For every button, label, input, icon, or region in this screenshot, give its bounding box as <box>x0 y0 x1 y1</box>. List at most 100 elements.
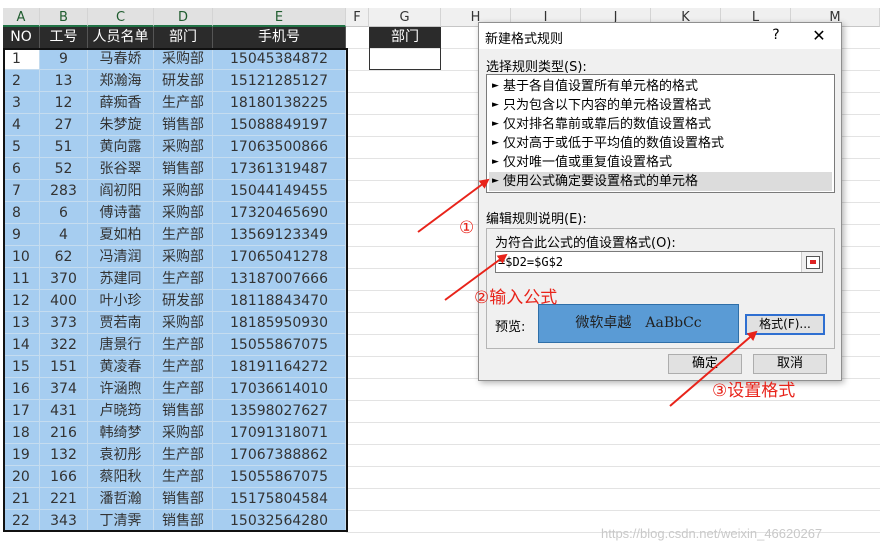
row-id-cell[interactable]: 166 <box>40 466 88 488</box>
row-no-cell[interactable]: 2 <box>3 70 40 92</box>
rule-type-item[interactable]: ► 仅对高于或低于平均值的数值设置格式 <box>489 134 832 153</box>
row-id-cell[interactable]: 400 <box>40 290 88 312</box>
row-no-cell[interactable]: 17 <box>3 400 40 422</box>
row-name-cell[interactable]: 贾若南 <box>88 312 154 334</box>
row-no-cell[interactable]: 20 <box>3 466 40 488</box>
row-no-cell[interactable]: 16 <box>3 378 40 400</box>
row-no-cell[interactable]: 18 <box>3 422 40 444</box>
row-phone-cell[interactable]: 17361319487 <box>213 158 346 180</box>
row-name-cell[interactable]: 黄凌春 <box>88 356 154 378</box>
row-dept-cell[interactable]: 采购部 <box>154 180 213 202</box>
row-name-cell[interactable]: 阎初阳 <box>88 180 154 202</box>
format-button[interactable]: 格式(F)... <box>745 314 825 335</box>
row-no-cell[interactable]: 10 <box>3 246 40 268</box>
column-header-g[interactable]: G <box>369 8 441 27</box>
row-no-cell[interactable]: 4 <box>3 114 40 136</box>
row-name-cell[interactable]: 马春娇 <box>88 48 154 70</box>
criteria-cell[interactable] <box>369 48 441 70</box>
row-dept-cell[interactable]: 采购部 <box>154 312 213 334</box>
close-icon[interactable]: ✕ <box>809 26 829 46</box>
row-name-cell[interactable]: 许涵煦 <box>88 378 154 400</box>
row-no-cell[interactable]: 12 <box>3 290 40 312</box>
row-phone-cell[interactable]: 17036614010 <box>213 378 346 400</box>
row-name-cell[interactable]: 傅诗蕾 <box>88 202 154 224</box>
row-phone-cell[interactable]: 18180138225 <box>213 92 346 114</box>
cancel-button[interactable]: 取消 <box>753 354 827 374</box>
row-no-cell[interactable]: 21 <box>3 488 40 510</box>
row-phone-cell[interactable]: 17065041278 <box>213 246 346 268</box>
column-header-b[interactable]: B <box>40 8 88 27</box>
row-dept-cell[interactable]: 采购部 <box>154 202 213 224</box>
row-dept-cell[interactable]: 采购部 <box>154 422 213 444</box>
rule-type-item[interactable]: ► 基于各自值设置所有单元格的格式 <box>489 77 832 96</box>
ok-button[interactable]: 确定 <box>668 354 742 374</box>
row-id-cell[interactable]: 52 <box>40 158 88 180</box>
table-header-dept[interactable]: 部门 <box>154 27 213 48</box>
column-header-e[interactable]: E <box>213 8 346 27</box>
range-select-icon[interactable] <box>801 252 822 272</box>
row-dept-cell[interactable]: 研发部 <box>154 290 213 312</box>
row-dept-cell[interactable]: 生产部 <box>154 92 213 114</box>
row-phone-cell[interactable]: 15045384872 <box>213 48 346 70</box>
row-dept-cell[interactable]: 生产部 <box>154 466 213 488</box>
column-header-c[interactable]: C <box>88 8 154 27</box>
row-dept-cell[interactable]: 生产部 <box>154 378 213 400</box>
row-phone-cell[interactable]: 15175804584 <box>213 488 346 510</box>
rule-type-item[interactable]: ► 只为包含以下内容的单元格设置格式 <box>489 96 832 115</box>
criteria-header[interactable]: 部门 <box>369 27 441 48</box>
column-header-f[interactable]: F <box>346 8 369 27</box>
row-phone-cell[interactable]: 15044149455 <box>213 180 346 202</box>
row-dept-cell[interactable]: 采购部 <box>154 246 213 268</box>
row-id-cell[interactable]: 216 <box>40 422 88 444</box>
rule-type-item[interactable]: ► 仅对唯一值或重复值设置格式 <box>489 153 832 172</box>
row-phone-cell[interactable]: 15088849197 <box>213 114 346 136</box>
row-phone-cell[interactable]: 17067388862 <box>213 444 346 466</box>
row-dept-cell[interactable]: 销售部 <box>154 510 213 532</box>
row-dept-cell[interactable]: 生产部 <box>154 268 213 290</box>
row-id-cell[interactable]: 6 <box>40 202 88 224</box>
row-phone-cell[interactable]: 15055867075 <box>213 334 346 356</box>
row-id-cell[interactable]: 151 <box>40 356 88 378</box>
rule-type-item[interactable]: ► 仅对排名靠前或靠后的数值设置格式 <box>489 115 832 134</box>
row-phone-cell[interactable]: 18118843470 <box>213 290 346 312</box>
row-name-cell[interactable]: 叶小珍 <box>88 290 154 312</box>
table-header-name[interactable]: 人员名单 <box>88 27 154 48</box>
row-id-cell[interactable]: 431 <box>40 400 88 422</box>
row-no-cell[interactable]: 7 <box>3 180 40 202</box>
rule-type-item[interactable]: ► 使用公式确定要设置格式的单元格 <box>489 172 832 191</box>
row-id-cell[interactable]: 374 <box>40 378 88 400</box>
row-id-cell[interactable]: 62 <box>40 246 88 268</box>
row-id-cell[interactable]: 51 <box>40 136 88 158</box>
row-no-cell[interactable]: 1 <box>3 48 40 70</box>
row-phone-cell[interactable]: 18185950930 <box>213 312 346 334</box>
row-no-cell[interactable]: 19 <box>3 444 40 466</box>
row-dept-cell[interactable]: 采购部 <box>154 48 213 70</box>
row-phone-cell[interactable]: 15121285127 <box>213 70 346 92</box>
row-name-cell[interactable]: 薛痴香 <box>88 92 154 114</box>
column-header-d[interactable]: D <box>154 8 213 27</box>
row-id-cell[interactable]: 343 <box>40 510 88 532</box>
table-header-phone[interactable]: 手机号 <box>213 27 346 48</box>
row-id-cell[interactable]: 13 <box>40 70 88 92</box>
column-header-a[interactable]: A <box>3 8 40 27</box>
row-id-cell[interactable]: 322 <box>40 334 88 356</box>
row-no-cell[interactable]: 8 <box>3 202 40 224</box>
formula-input[interactable]: =$D2=$G$2 <box>495 251 823 273</box>
row-name-cell[interactable]: 蔡阳秋 <box>88 466 154 488</box>
row-name-cell[interactable]: 张谷翠 <box>88 158 154 180</box>
row-no-cell[interactable]: 5 <box>3 136 40 158</box>
row-phone-cell[interactable]: 13598027627 <box>213 400 346 422</box>
table-header-no[interactable]: NO <box>3 27 40 48</box>
row-name-cell[interactable]: 唐景行 <box>88 334 154 356</box>
row-dept-cell[interactable]: 销售部 <box>154 158 213 180</box>
row-name-cell[interactable]: 丁清霁 <box>88 510 154 532</box>
row-id-cell[interactable]: 132 <box>40 444 88 466</box>
row-no-cell[interactable]: 11 <box>3 268 40 290</box>
row-name-cell[interactable]: 夏如柏 <box>88 224 154 246</box>
row-dept-cell[interactable]: 生产部 <box>154 224 213 246</box>
row-id-cell[interactable]: 373 <box>40 312 88 334</box>
row-name-cell[interactable]: 韩绮梦 <box>88 422 154 444</box>
row-dept-cell[interactable]: 销售部 <box>154 400 213 422</box>
row-no-cell[interactable]: 22 <box>3 510 40 532</box>
row-name-cell[interactable]: 郑瀚海 <box>88 70 154 92</box>
